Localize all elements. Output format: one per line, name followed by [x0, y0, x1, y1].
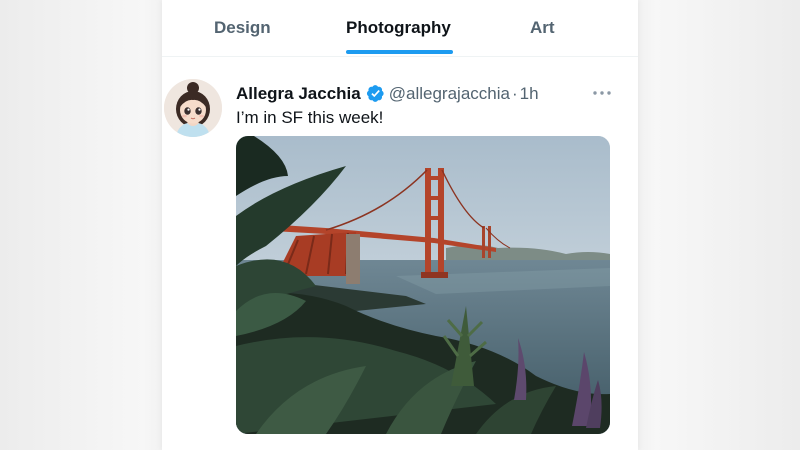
tweet[interactable]: Allegra Jacchia @allegrajacchia · 1h I’m in…	[162, 57, 638, 450]
separator-dot: ·	[511, 84, 518, 103]
avatar[interactable]	[164, 79, 222, 137]
timeline-panel: Design Photography Art Allegra Jacchia @…	[162, 0, 638, 450]
more-horizontal-icon[interactable]	[590, 81, 614, 105]
tweet-text: I’m in SF this week!	[236, 108, 384, 127]
tweet-timestamp[interactable]: 1h	[520, 84, 539, 103]
tab-design[interactable]: Design	[214, 18, 271, 38]
active-tab-indicator	[346, 50, 453, 54]
tab-bar: Design Photography Art	[162, 0, 638, 57]
display-name[interactable]: Allegra Jacchia	[236, 84, 361, 103]
tweet-header: Allegra Jacchia @allegrajacchia · 1h	[236, 83, 539, 105]
verified-badge-icon	[366, 85, 384, 102]
tweet-photo[interactable]	[236, 136, 610, 434]
tab-photography[interactable]: Photography	[346, 18, 451, 38]
user-handle[interactable]: @allegrajacchia	[389, 84, 510, 103]
tab-art[interactable]: Art	[530, 18, 555, 38]
